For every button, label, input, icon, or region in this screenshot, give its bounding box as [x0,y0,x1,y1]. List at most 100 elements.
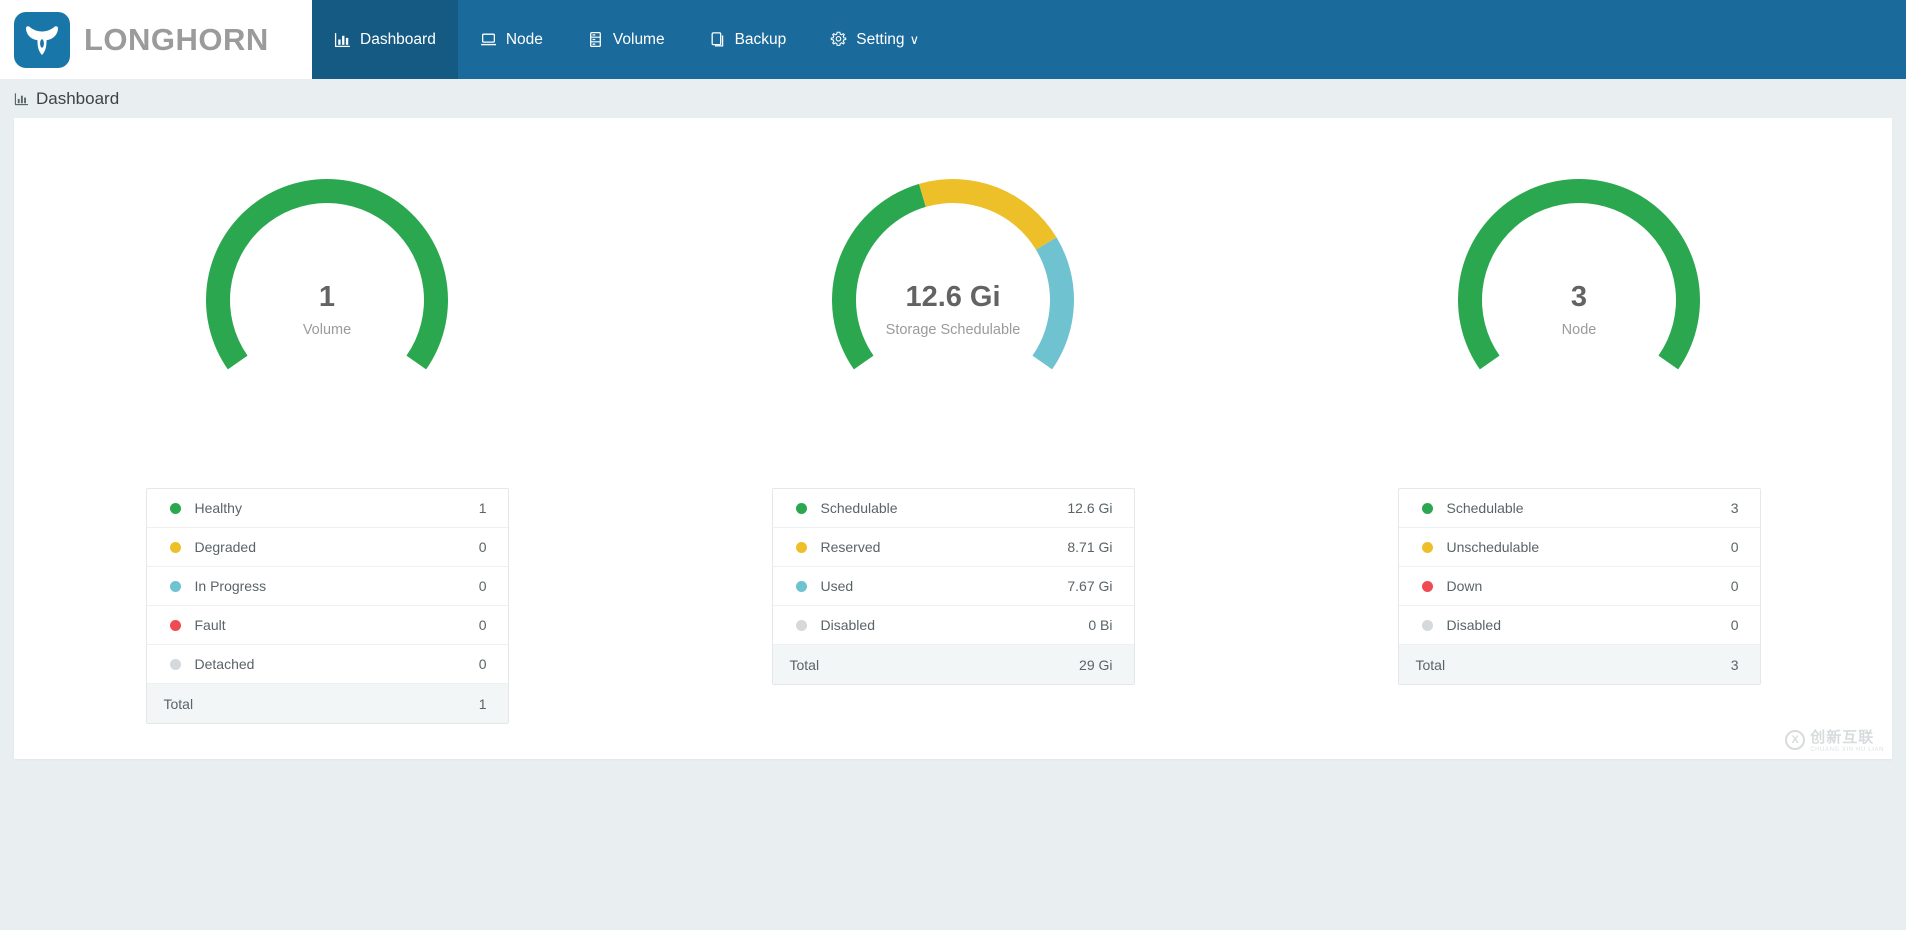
legend-value: 0 [1731,578,1739,594]
legend-color-dot [1422,581,1433,592]
watermark-mark-icon: X [1785,730,1805,750]
nav-label-backup: Backup [735,31,787,49]
gauge-arc-group [206,179,448,369]
legend-color-dot [170,581,181,592]
legend-color-dot [1422,542,1433,553]
legend-value: 0 [1731,617,1739,633]
panel-node: 3 Node Schedulable3Unschedulable0Down0Di… [1266,142,1892,724]
legend-label: Detached [195,656,479,672]
gauge-node-svg [1409,142,1749,452]
gauge-arc-group [832,179,1074,369]
legend-label: Used [821,578,1068,594]
dashboard-card: 1 Volume Healthy1Degraded0In Progress0Fa… [14,118,1892,759]
legend-label: Healthy [195,500,479,516]
main-navigation: Dashboard Node Volume [312,0,941,79]
legend-color-dot [1422,620,1433,631]
legend-value: 7.67 Gi [1067,578,1112,594]
legend-value: 1 [479,500,487,516]
legend-label: Disabled [821,617,1089,633]
gauge-node: 3 Node [1409,142,1749,452]
legend-color-dot [796,542,807,553]
legend-row: Reserved8.71 Gi [773,528,1134,567]
nav-item-node[interactable]: Node [458,0,565,79]
legend-row: Unschedulable0 [1399,528,1760,567]
nav-item-dashboard[interactable]: Dashboard [312,0,458,79]
legend-label: In Progress [195,578,479,594]
legend-row: Fault0 [147,606,508,645]
legend-total-label: Total [790,657,1080,673]
legend-row: In Progress0 [147,567,508,606]
app-header: LONGHORN Dashboard Node [0,0,1906,79]
legend-row: Down0 [1399,567,1760,606]
legend-color-dot [170,659,181,670]
panel-storage: 12.6 Gi Storage Schedulable Schedulable1… [640,142,1266,724]
legend-value: 12.6 Gi [1067,500,1112,516]
legend-value: 0 [479,656,487,672]
bar-chart-icon [14,91,29,106]
nav-label-node: Node [506,31,543,49]
legend-row: Disabled0 [1399,606,1760,645]
gauge-arc-group [1458,179,1700,369]
legend-label: Disabled [1447,617,1731,633]
legend-color-dot [796,503,807,514]
database-icon [587,31,604,48]
gauge-segment-reserved [919,179,1057,250]
gauge-segment-healthy [206,179,448,369]
gauge-volume-svg [157,142,497,452]
laptop-icon [480,31,497,48]
panel-volume: 1 Volume Healthy1Degraded0In Progress0Fa… [14,142,640,724]
legend-label: Fault [195,617,479,633]
legend-row: Schedulable12.6 Gi [773,489,1134,528]
legend-value: 8.71 Gi [1067,539,1112,555]
legend-volume: Healthy1Degraded0In Progress0Fault0Detac… [146,488,509,724]
legend-row: Used7.67 Gi [773,567,1134,606]
gauge-segment-used [1032,237,1074,369]
legend-label: Schedulable [821,500,1068,516]
legend-row: Healthy1 [147,489,508,528]
legend-total-value: 1 [479,696,487,712]
nav-item-setting[interactable]: Setting ∨ [808,0,941,79]
legend-total-row: Total29 Gi [773,645,1134,684]
nav-item-volume[interactable]: Volume [565,0,687,79]
legend-color-dot [1422,503,1433,514]
nav-label-setting: Setting [856,31,904,49]
chevron-down-icon: ∨ [910,32,920,48]
legend-label: Schedulable [1447,500,1731,516]
dashboard-panels: 1 Volume Healthy1Degraded0In Progress0Fa… [14,118,1892,724]
legend-value: 0 [1731,539,1739,555]
legend-row: Detached0 [147,645,508,684]
legend-color-dot [170,542,181,553]
legend-label: Reserved [821,539,1068,555]
gauge-storage-svg [783,142,1123,452]
legend-value: 3 [1731,500,1739,516]
gauge-segment-schedulable [1458,179,1700,369]
legend-color-dot [170,620,181,631]
legend-value: 0 [479,578,487,594]
legend-total-value: 3 [1731,657,1739,673]
legend-row: Disabled0 Bi [773,606,1134,645]
legend-value: 0 [479,539,487,555]
legend-color-dot [796,581,807,592]
legend-value: 0 [479,617,487,633]
bar-chart-icon [334,31,351,48]
watermark-pinyin-text: CHUANG XIN HU LIAN [1810,747,1884,753]
legend-node: Schedulable3Unschedulable0Down0Disabled0… [1398,488,1761,685]
watermark: X 创新互联 CHUANG XIN HU LIAN [1785,726,1884,753]
legend-total-value: 29 Gi [1079,657,1112,673]
brand-name: LONGHORN [84,22,269,58]
legend-label: Degraded [195,539,479,555]
longhorn-logo-icon [14,12,70,68]
legend-storage: Schedulable12.6 GiReserved8.71 GiUsed7.6… [772,488,1135,685]
legend-label: Down [1447,578,1731,594]
legend-total-row: Total1 [147,684,508,723]
brand-logo-area[interactable]: LONGHORN [0,0,312,79]
nav-item-backup[interactable]: Backup [687,0,809,79]
legend-total-label: Total [1416,657,1731,673]
legend-value: 0 Bi [1088,617,1112,633]
legend-color-dot [170,503,181,514]
legend-total-label: Total [164,696,479,712]
gauge-storage: 12.6 Gi Storage Schedulable [783,142,1123,452]
nav-label-volume: Volume [613,31,665,49]
nav-label-dashboard: Dashboard [360,31,436,49]
breadcrumb-label: Dashboard [36,89,119,109]
